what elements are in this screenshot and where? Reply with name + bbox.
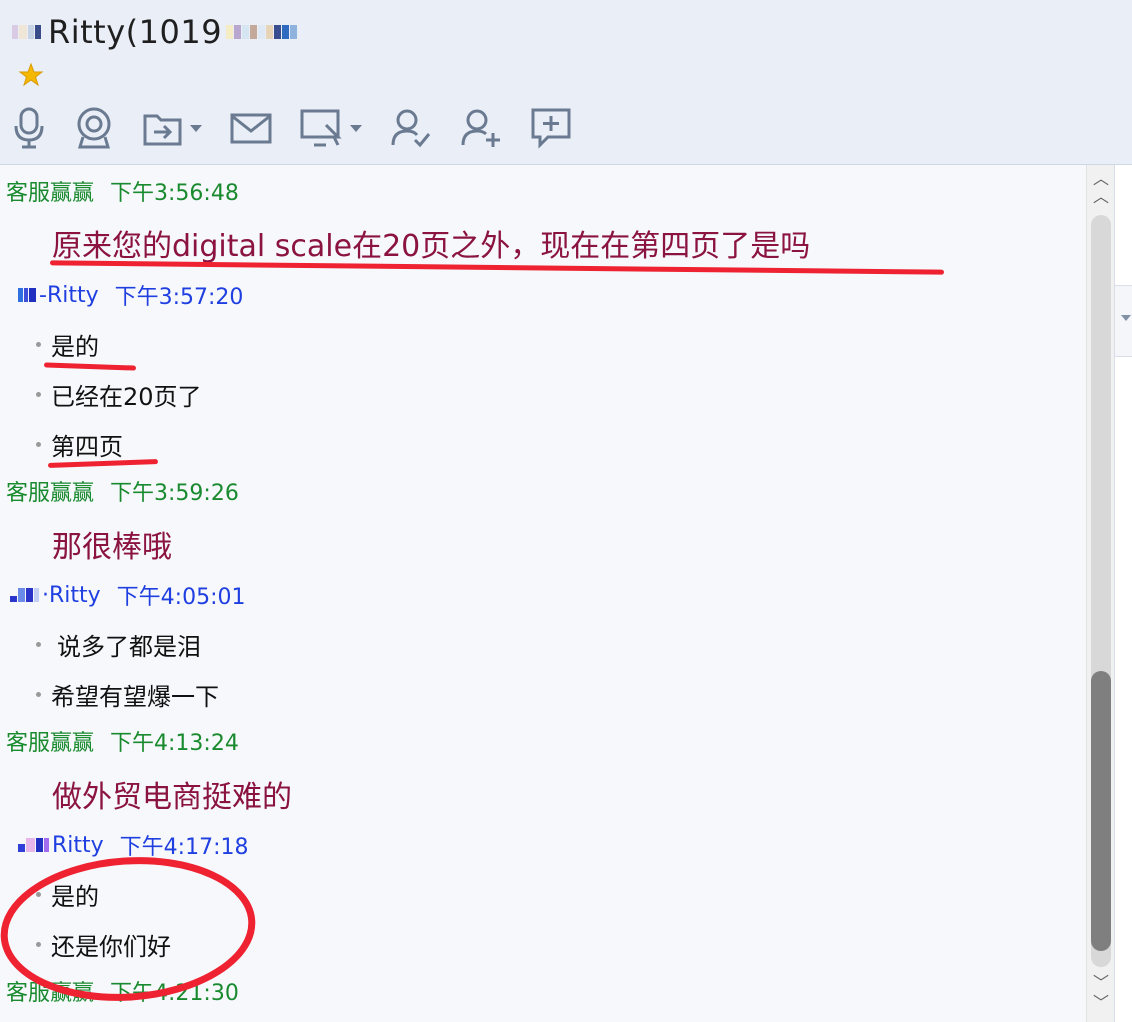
avatar[interactable] xyxy=(10,588,40,602)
scroll-thumb[interactable] xyxy=(1091,671,1111,951)
message-header: 客服赢赢 下午3:56:48 xyxy=(6,171,239,211)
scroll-up-icon[interactable]: ︿ xyxy=(1091,169,1111,189)
message-text: 说多了都是泪 xyxy=(36,624,201,664)
chevron-down-icon[interactable] xyxy=(1121,315,1131,321)
scroll-up-icon[interactable]: ︿ xyxy=(1091,187,1111,207)
voice-call-button[interactable] xyxy=(12,102,46,154)
toolbar xyxy=(12,100,600,156)
sender-name[interactable]: -Ritty xyxy=(39,283,99,308)
message-text: 做外贸电商挺难的 xyxy=(52,780,292,815)
annotation-underline xyxy=(43,362,137,371)
message-time: 下午3:59:26 xyxy=(110,481,239,506)
bullet-icon xyxy=(36,391,41,397)
mail-icon xyxy=(230,113,272,144)
add-comment-icon xyxy=(531,108,571,149)
title-row: Ritty(1019 xyxy=(12,10,300,54)
user-check-icon xyxy=(391,109,431,148)
profile-button[interactable] xyxy=(390,102,432,154)
send-file-button[interactable] xyxy=(142,102,202,154)
video-call-button[interactable] xyxy=(74,102,114,154)
screen-share-icon xyxy=(300,109,342,147)
microphone-icon xyxy=(14,107,44,149)
message-header: 客服赢赢 下午3:59:26 xyxy=(6,471,239,511)
message-time: 下午3:56:48 xyxy=(110,181,239,206)
annotation-circle xyxy=(0,857,256,1001)
chat-scrollbar[interactable]: ︿ ︿ ﹀ ﹀ xyxy=(1086,165,1115,1022)
redacted-name-suffix xyxy=(226,25,298,39)
sender-name[interactable]: 客服赢赢 xyxy=(6,725,94,757)
sender-name[interactable]: 客服赢赢 xyxy=(6,175,94,207)
message-header: 客服赢赢 下午4:13:24 xyxy=(6,721,239,761)
new-discussion-button[interactable] xyxy=(530,102,572,154)
message-text: 第四页 xyxy=(36,424,123,464)
camera-icon xyxy=(77,107,111,149)
avatar[interactable] xyxy=(18,288,37,302)
chevron-down-icon[interactable] xyxy=(350,124,362,132)
message-text: 希望有望爆一下 xyxy=(36,674,219,714)
redacted-name-prefix xyxy=(12,25,42,39)
chat-title: Ritty(1019 xyxy=(48,13,223,51)
message-time: 下午4:05:01 xyxy=(116,585,246,610)
message-header: -Ritty 下午3:57:20 xyxy=(18,275,243,315)
bullet-icon xyxy=(36,341,41,347)
side-panel-tab[interactable] xyxy=(1115,285,1132,357)
star-icon[interactable] xyxy=(18,62,44,88)
scroll-down-icon[interactable]: ﹀ xyxy=(1091,993,1111,1013)
bullet-icon xyxy=(36,641,41,647)
side-panel-edge xyxy=(1114,165,1132,1022)
file-transfer-icon xyxy=(143,114,182,146)
chat-history[interactable]: 客服赢赢 下午3:56:48 原来您的digital scale在20页之外，现… xyxy=(0,165,1086,1022)
send-email-button[interactable] xyxy=(230,102,272,154)
message-text: 已经在20页了 xyxy=(36,374,202,414)
chat-window-header: Ritty(1019 xyxy=(0,0,1132,165)
invite-button[interactable] xyxy=(460,102,502,154)
message-time: 下午4:13:24 xyxy=(110,731,239,756)
message-text: 那很棒哦 xyxy=(52,530,172,565)
screen-share-button[interactable] xyxy=(300,102,362,154)
sender-name[interactable]: ·Ritty xyxy=(42,583,101,608)
message-text: 原来您的digital scale在20页之外，现在在第四页了是吗 xyxy=(52,229,811,264)
message-time: 下午3:57:20 xyxy=(114,285,244,310)
add-contact-icon xyxy=(461,109,500,147)
sender-name[interactable]: 客服赢赢 xyxy=(6,475,94,507)
chevron-down-icon[interactable] xyxy=(190,124,202,132)
scroll-down-icon[interactable]: ﹀ xyxy=(1091,973,1111,993)
bullet-icon xyxy=(36,691,41,697)
bullet-icon xyxy=(36,441,41,447)
message-header: ·Ritty 下午4:05:01 xyxy=(10,575,245,615)
message-text: 是的 xyxy=(36,324,99,364)
